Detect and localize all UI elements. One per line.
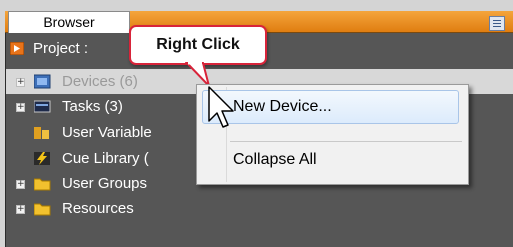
right-click-callout: Right Click xyxy=(129,25,267,65)
expand-icon[interactable]: + xyxy=(16,78,25,87)
tab-browser-label: Browser xyxy=(43,14,95,30)
tasks-icon xyxy=(34,100,51,113)
project-label: Project : xyxy=(33,40,89,57)
tree-item-label: Resources xyxy=(62,200,134,217)
folder-icon xyxy=(34,203,51,216)
cue-library-icon xyxy=(34,152,50,165)
expand-icon[interactable]: + xyxy=(16,205,25,214)
menu-item-new-device[interactable]: New Device... xyxy=(202,90,459,124)
panel-options-icon[interactable] xyxy=(489,16,505,31)
expand-icon[interactable]: + xyxy=(16,103,25,112)
menu-item-label: Collapse All xyxy=(233,151,317,168)
folder-icon xyxy=(34,178,51,191)
menu-separator xyxy=(230,141,462,142)
tree-item-label: User Variable xyxy=(62,124,152,141)
callout-text: Right Click xyxy=(156,36,240,53)
tree-item-label: Devices (6) xyxy=(62,73,138,90)
tree-item-label: User Groups xyxy=(62,175,148,192)
menu-item-collapse-all[interactable]: Collapse All xyxy=(233,151,317,169)
tree-item-label: Tasks (3) xyxy=(62,98,123,115)
tab-browser[interactable]: Browser xyxy=(8,11,130,33)
expand-icon[interactable]: + xyxy=(16,180,25,189)
mouse-cursor-icon xyxy=(208,86,234,128)
tree-item-label: Cue Library ( xyxy=(62,150,149,167)
menu-item-label: New Device... xyxy=(233,98,332,115)
user-variables-icon xyxy=(34,127,49,139)
project-icon xyxy=(10,42,24,55)
devices-icon xyxy=(34,74,51,89)
